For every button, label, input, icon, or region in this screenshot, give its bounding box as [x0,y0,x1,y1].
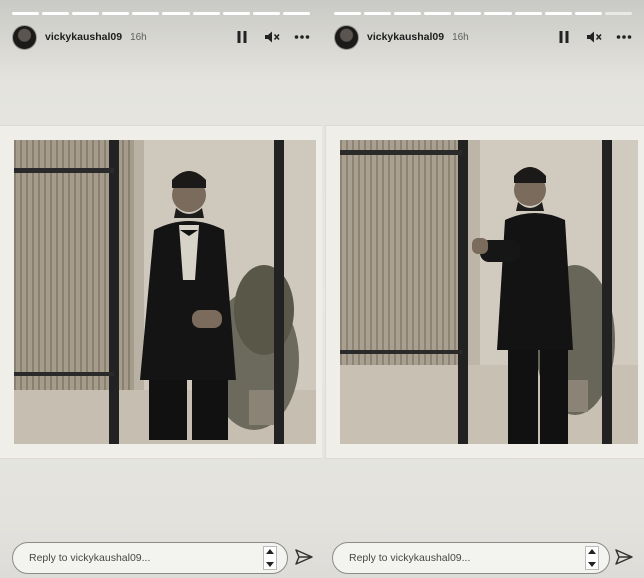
story-progress-bar [12,12,310,15]
username[interactable]: vickykaushal09 [367,31,444,43]
progress-segment [544,12,572,15]
progress-segment [604,12,632,15]
story-photo [14,140,316,444]
reply-placeholder: Reply to vickykaushal09... [29,552,151,564]
mute-icon[interactable] [586,29,602,45]
progress-segment [72,12,100,15]
scroll-down-icon[interactable] [266,562,274,567]
send-icon[interactable] [294,547,314,567]
story-photo [340,140,638,444]
progress-segment [222,12,250,15]
progress-segment [364,12,392,15]
pause-icon[interactable] [234,29,250,45]
progress-segment [424,12,452,15]
post-time: 16h [452,31,469,43]
progress-segment [102,12,130,15]
story-photo-card [0,126,322,458]
progress-segment [334,12,362,15]
send-icon[interactable] [614,547,634,567]
more-icon[interactable] [616,29,632,45]
username[interactable]: vickykaushal09 [45,31,122,43]
scroll-up-icon[interactable] [266,549,274,554]
progress-segment [574,12,602,15]
scroll-up-icon[interactable] [588,549,596,554]
reply-scroll-control[interactable] [263,546,277,570]
avatar[interactable] [12,24,37,50]
progress-segment [192,12,220,15]
progress-segment [252,12,280,15]
pause-icon[interactable] [556,29,572,45]
progress-segment [42,12,70,15]
story-photo-image [14,140,316,444]
post-time: 16h [130,31,147,43]
progress-segment [132,12,160,15]
progress-segment [282,12,310,15]
story-panel-left[interactable]: vickykaushal09 16h Reply to vickykaushal… [0,0,322,578]
avatar[interactable] [334,24,359,50]
reply-scroll-control[interactable] [585,546,599,570]
story-header: vickykaushal09 16h [12,24,310,50]
progress-segment [394,12,422,15]
scroll-down-icon[interactable] [588,562,596,567]
story-header: vickykaushal09 16h [334,24,632,50]
story-progress-bar [334,12,632,15]
progress-segment [162,12,190,15]
reply-input[interactable]: Reply to vickykaushal09... [12,542,288,574]
reply-input[interactable]: Reply to vickykaushal09... [332,542,610,574]
story-photo-card [326,126,644,458]
progress-segment [514,12,542,15]
story-photo-image [340,140,638,444]
reply-placeholder: Reply to vickykaushal09... [349,552,471,564]
progress-segment [12,12,40,15]
mute-icon[interactable] [264,29,280,45]
story-panel-right[interactable]: vickykaushal09 16h Reply to vickykaushal… [322,0,644,578]
progress-segment [454,12,482,15]
more-icon[interactable] [294,29,310,45]
progress-segment [484,12,512,15]
